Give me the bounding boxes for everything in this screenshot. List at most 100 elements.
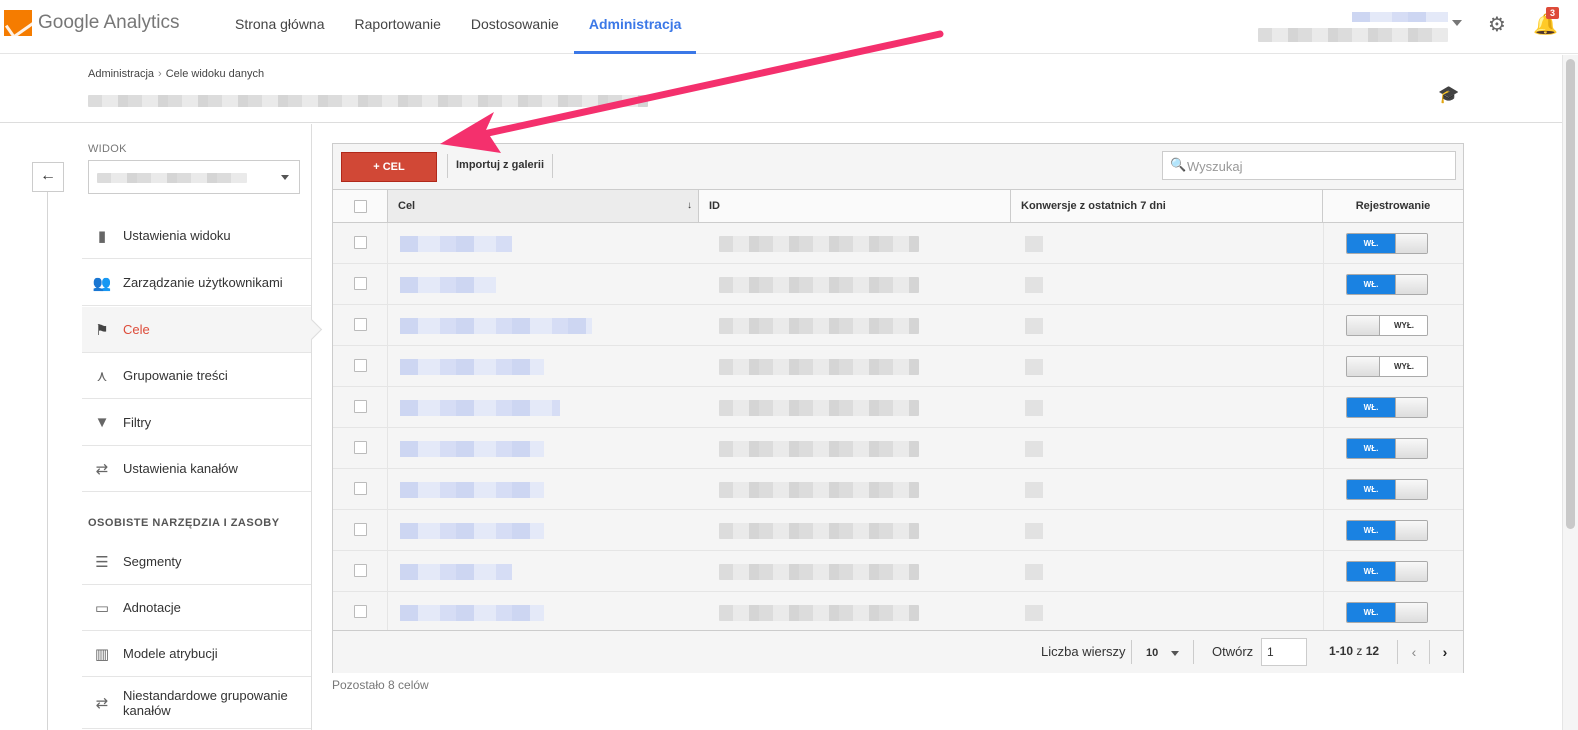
- go-to-page-input[interactable]: [1261, 638, 1307, 666]
- table-row[interactable]: WYŁ.: [333, 305, 1463, 346]
- column-header-label: Rejestrowanie: [1355, 200, 1431, 212]
- recording-toggle[interactable]: WŁ.: [1346, 397, 1428, 418]
- next-page-button[interactable]: ›: [1430, 640, 1460, 666]
- attribution-models-icon: ▥: [94, 645, 110, 663]
- column-header-conversions[interactable]: Konwersje z ostatnich 7 dni: [1011, 190, 1323, 222]
- sidebar-item-goals[interactable]: ⚑ Cele: [82, 307, 311, 353]
- goal-name-redacted[interactable]: [400, 400, 560, 416]
- goal-name-redacted[interactable]: [400, 523, 544, 539]
- sidebar-item-user-management[interactable]: 👥 Zarządzanie użytkownikami: [82, 260, 311, 306]
- column-header-id[interactable]: ID: [699, 190, 1011, 222]
- table-row[interactable]: WŁ.: [333, 223, 1463, 264]
- select-all-checkbox[interactable]: [354, 200, 367, 213]
- goal-name-redacted[interactable]: [400, 318, 592, 334]
- chevron-down-icon[interactable]: [1171, 651, 1179, 656]
- row-checkbox[interactable]: [354, 400, 367, 413]
- nav-strona-glowna[interactable]: Strona główna: [220, 0, 340, 54]
- conversions-cell: [1011, 469, 1323, 509]
- column-header-goal[interactable]: Cel ↓: [388, 190, 699, 222]
- goal-name-redacted[interactable]: [400, 564, 512, 580]
- toggle-on-label: WŁ.: [1347, 521, 1395, 540]
- account-selector[interactable]: [1258, 12, 1448, 46]
- recording-toggle[interactable]: WŁ.: [1346, 274, 1428, 295]
- rows-per-page-select[interactable]: 10: [1146, 647, 1158, 659]
- table-row[interactable]: WYŁ.: [333, 346, 1463, 387]
- toggle-knob: [1395, 480, 1427, 499]
- toggle-knob: [1395, 521, 1427, 540]
- table-row[interactable]: WŁ.: [333, 592, 1463, 633]
- toggle-knob: [1395, 234, 1427, 253]
- recording-toggle[interactable]: WYŁ.: [1346, 315, 1428, 336]
- goal-id-cell: [699, 346, 1011, 386]
- recording-toggle[interactable]: WŁ.: [1346, 561, 1428, 582]
- table-row[interactable]: WŁ.: [333, 551, 1463, 592]
- top-bar: Google Analytics Strona główna Raportowa…: [0, 0, 1578, 54]
- filter-icon: ▼: [94, 414, 110, 431]
- view-select[interactable]: [88, 160, 300, 194]
- sidebar-item-label: Segmenty: [123, 554, 182, 569]
- row-checkbox[interactable]: [354, 236, 367, 249]
- sidebar-item-filters[interactable]: ▼ Filtry: [82, 400, 311, 446]
- back-arrow-button[interactable]: ←: [32, 162, 64, 192]
- nav-dostosowanie[interactable]: Dostosowanie: [456, 0, 574, 54]
- sidebar-item-view-settings[interactable]: ▮ Ustawienia widoku: [82, 213, 311, 259]
- toggle-on-label: WŁ.: [1347, 439, 1395, 458]
- breadcrumb-root[interactable]: Administracja: [88, 68, 154, 80]
- table-row[interactable]: WŁ.: [333, 469, 1463, 510]
- pagination-bar: Liczba wierszy 10 Otwórz 1-10 z 12 ‹ ›: [333, 630, 1463, 673]
- recording-toggle[interactable]: WŁ.: [1346, 438, 1428, 459]
- import-from-gallery-button[interactable]: Importuj z galerii: [456, 159, 544, 171]
- sidebar-item-custom-channel-grouping[interactable]: ⇄ Niestandardowe grupowanie kanałów: [82, 677, 311, 729]
- row-select-cell: [333, 592, 388, 632]
- row-checkbox[interactable]: [354, 359, 367, 372]
- academy-cap-icon[interactable]: 🎓: [1438, 85, 1459, 105]
- column-header-recording[interactable]: Rejestrowanie: [1323, 190, 1463, 222]
- account-name-redacted: [1352, 12, 1448, 22]
- table-row[interactable]: WŁ.: [333, 428, 1463, 469]
- search-input[interactable]: [1187, 156, 1447, 176]
- recording-toggle[interactable]: WŁ.: [1346, 602, 1428, 623]
- back-arrow-icon: ←: [40, 167, 56, 184]
- row-checkbox[interactable]: [354, 441, 367, 454]
- table-row[interactable]: WŁ.: [333, 510, 1463, 551]
- new-goal-button[interactable]: + CEL: [341, 152, 437, 182]
- range-total: 12: [1365, 644, 1380, 658]
- goal-name-redacted[interactable]: [400, 236, 512, 252]
- table-row[interactable]: WŁ.: [333, 387, 1463, 428]
- goal-name-redacted[interactable]: [400, 441, 544, 457]
- page-scrollbar[interactable]: [1562, 55, 1578, 730]
- recording-cell: WŁ.: [1323, 510, 1463, 550]
- document-icon: ▮: [97, 227, 107, 245]
- recording-toggle[interactable]: WYŁ.: [1346, 356, 1428, 377]
- nav-administracja[interactable]: Administracja: [573, 0, 697, 54]
- row-checkbox[interactable]: [354, 523, 367, 536]
- left-divider: [47, 192, 48, 730]
- goal-name-redacted[interactable]: [400, 605, 544, 621]
- gear-icon[interactable]: ⚙: [1488, 12, 1506, 37]
- scrollbar-thumb[interactable]: [1566, 59, 1575, 529]
- recording-cell: WŁ.: [1323, 592, 1463, 632]
- row-checkbox[interactable]: [354, 318, 367, 331]
- sidebar-item-content-grouping[interactable]: ⋏ Grupowanie treści: [82, 353, 311, 399]
- sidebar-item-attribution-models[interactable]: ▥ Modele atrybucji: [82, 631, 311, 677]
- row-checkbox[interactable]: [354, 482, 367, 495]
- goal-name-redacted[interactable]: [400, 359, 544, 375]
- sidebar-item-label: Grupowanie treści: [123, 368, 228, 383]
- table-row[interactable]: WŁ.: [333, 264, 1463, 305]
- sidebar-item-channel-settings[interactable]: ⇄ Ustawienia kanałów: [82, 446, 311, 492]
- recording-toggle[interactable]: WŁ.: [1346, 479, 1428, 500]
- goal-name-redacted[interactable]: [400, 482, 544, 498]
- google-analytics-logo[interactable]: Google Analytics: [4, 10, 180, 36]
- goal-name-redacted[interactable]: [400, 277, 496, 293]
- account-caret-icon[interactable]: [1452, 20, 1462, 26]
- nav-raportowanie[interactable]: Raportowanie: [340, 0, 456, 54]
- row-checkbox[interactable]: [354, 564, 367, 577]
- recording-toggle[interactable]: WŁ.: [1346, 520, 1428, 541]
- recording-toggle[interactable]: WŁ.: [1346, 233, 1428, 254]
- conversions-redacted: [1025, 482, 1043, 498]
- row-checkbox[interactable]: [354, 277, 367, 290]
- sidebar-item-annotations[interactable]: ▭ Adnotacje: [82, 585, 311, 631]
- previous-page-button[interactable]: ‹: [1399, 640, 1429, 666]
- sidebar-item-segments[interactable]: ☰ Segmenty: [82, 539, 311, 585]
- row-checkbox[interactable]: [354, 605, 367, 618]
